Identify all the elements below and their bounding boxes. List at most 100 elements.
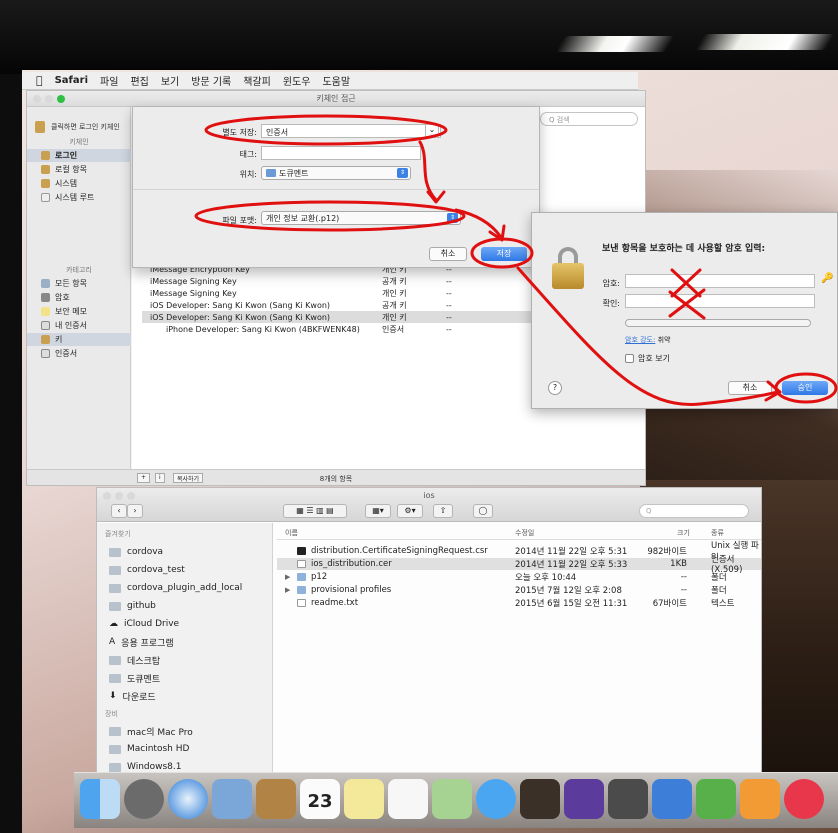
messages-icon[interactable] [476,779,516,819]
lock-toggle[interactable]: 클릭하면 로그인 키체인 [35,121,120,133]
where-popup[interactable]: 도큐멘트 ⇕ [261,166,411,180]
calendar-day: 23 [307,791,333,812]
apple-icon[interactable]:  [36,74,43,87]
menu-bookmarks[interactable]: 책갈피 [243,73,271,88]
keychain-search-input[interactable]: Q 검색 [540,112,638,126]
arrange-button[interactable]: ▦▾ [365,504,391,518]
light-glare [555,36,675,52]
notes-icon[interactable] [344,779,384,819]
sidebar-item-cordova-plugin[interactable]: cordova_plugin_add_local [109,580,242,596]
show-password-row[interactable]: 암호 보기 [625,353,670,364]
sidebar-item-label: 다운로드 [122,692,156,703]
file-row[interactable]: readme.txt 2015년 6월 15일 오전 11:31 67바이트 텍… [277,597,761,609]
strength-value: 취약 [657,336,671,344]
sidebar-item-cordova-test[interactable]: cordova_test [109,562,185,578]
cancel-button[interactable]: 취소 [429,247,467,261]
menu-edit[interactable]: 편집 [130,73,148,88]
numbers-icon[interactable] [696,779,736,819]
sidebar-item-label: cordova_plugin_add_local [127,583,243,593]
maps-icon[interactable] [432,779,472,819]
sidebar-item-applications[interactable]: A 응용 프로그램 [109,634,174,650]
forward-button[interactable]: › [127,504,143,518]
sidebar-item-cordova[interactable]: cordova [109,544,163,560]
sidebar-item-mac-pro[interactable]: mac의 Mac Pro [109,723,193,739]
sidebar-item-certs[interactable]: 인증서 [41,347,77,360]
verify-label: 확인: [602,299,620,308]
sidebar-item-documents[interactable]: 도큐멘트 [109,670,160,686]
key-icon[interactable]: 🔑 [821,273,833,287]
column-header: 이름 수정일 크기 종류 [277,528,761,540]
light-glare [695,34,835,50]
sidebar-item-system-roots[interactable]: 시스템 루트 [41,191,94,204]
strength-row: 암호 강도: 취약 [625,335,670,345]
calendar-icon[interactable]: 23 [300,779,340,819]
file-row[interactable]: ▶ provisional profiles 2015년 7월 12일 오후 2… [277,584,761,596]
file-row[interactable]: distribution.CertificateSigningRequest.c… [277,541,761,563]
column-kind[interactable]: 종류 [711,528,724,538]
strength-link[interactable]: 암호 강도: [625,336,655,344]
expand-button[interactable]: ⌄ [425,124,439,138]
sidebar-item-all[interactable]: 모든 항목 [41,277,87,290]
file-row-selected[interactable]: ios_distribution.cer 2014년 11월 22일 오후 5:… [277,555,761,575]
safari-icon[interactable] [168,779,208,819]
tags-field[interactable] [261,146,421,160]
sidebar-item-downloads[interactable]: ⬇ 다운로드 [109,688,156,704]
show-password-label: 암호 보기 [638,354,670,363]
disclosure-triangle-icon[interactable]: ▶ [285,573,290,581]
sidebar-item-github[interactable]: github [109,598,156,614]
column-name[interactable]: 이름 [285,528,298,538]
column-size[interactable]: 크기 [677,528,690,538]
sidebar-item-passwords[interactable]: 암호 [41,291,70,304]
column-date[interactable]: 수정일 [515,528,534,538]
save-button[interactable]: 저장 [481,247,527,261]
sidebar-item-desktop[interactable]: 데스크탑 [109,652,160,668]
mail-icon[interactable] [212,779,252,819]
launchpad-icon[interactable] [124,779,164,819]
save-as-field[interactable]: 인증서 [261,124,441,138]
finder-search-input[interactable]: Q [639,504,749,518]
menu-help[interactable]: 도움말 [322,73,350,88]
sidebar-item-label: 내 인증서 [55,321,87,330]
sidebar-item-keys[interactable]: 키 [27,333,131,346]
itunes-icon[interactable] [784,779,824,819]
keynote-icon[interactable] [652,779,692,819]
password-input[interactable] [625,274,815,288]
sidebar-item-label: 인증서 [55,349,78,358]
finder-icon[interactable] [80,779,120,819]
reminders-icon[interactable] [388,779,428,819]
share-icon[interactable]: ⇧ [433,504,453,518]
sidebar-item-macintosh-hd[interactable]: Macintosh HD [109,741,189,757]
file-name: distribution.CertificateSigningRequest.c… [311,546,488,556]
pages-icon[interactable] [740,779,780,819]
file-row[interactable]: ▶ p12 오늘 오후 10:44 -- 폴더 [277,571,761,583]
tag-icon[interactable]: ◯ [473,504,493,518]
menu-view[interactable]: 보기 [161,73,179,88]
show-password-checkbox[interactable] [625,354,634,363]
sidebar-item-system[interactable]: 시스템 [41,177,77,190]
sidebar-item-local[interactable]: 로컬 항목 [41,163,87,176]
ok-button[interactable]: 승인 [782,381,828,395]
verify-input[interactable] [625,294,815,308]
sidebar-item-label: 보안 메모 [55,307,87,316]
imovie-icon[interactable] [564,779,604,819]
action-gear-icon[interactable]: ⚙▾ [397,504,423,518]
help-button[interactable]: ? [548,381,562,395]
view-mode-buttons[interactable]: ▦ ☰ ▥ ▤ [283,504,347,518]
iphoto-icon[interactable] [608,779,648,819]
cancel-button[interactable]: 취소 [728,381,772,395]
file-format-popup[interactable]: 개인 정보 교환(.p12) ⇕ [261,211,461,225]
menu-file[interactable]: 파일 [100,73,118,88]
menu-app-name[interactable]: Safari [55,75,88,86]
sidebar-item-secure-notes[interactable]: 보안 메모 [41,305,87,318]
sidebar-item-icloud[interactable]: ☁ iCloud Drive [109,616,179,632]
row-name: iPhone Developer: Sang Ki Kwon (4BKFWENK… [166,324,360,334]
menu-window[interactable]: 윈도우 [283,73,311,88]
contacts-icon[interactable] [256,779,296,819]
garageband-icon[interactable] [520,779,560,819]
menu-history[interactable]: 방문 기록 [191,73,231,88]
sidebar-item-my-certs[interactable]: 내 인증서 [41,319,87,332]
sidebar-item-login[interactable]: 로그인 [27,149,131,162]
download-icon: ⬇ [109,691,117,701]
back-button[interactable]: ‹ [111,504,127,518]
disclosure-triangle-icon[interactable]: ▶ [285,586,290,594]
